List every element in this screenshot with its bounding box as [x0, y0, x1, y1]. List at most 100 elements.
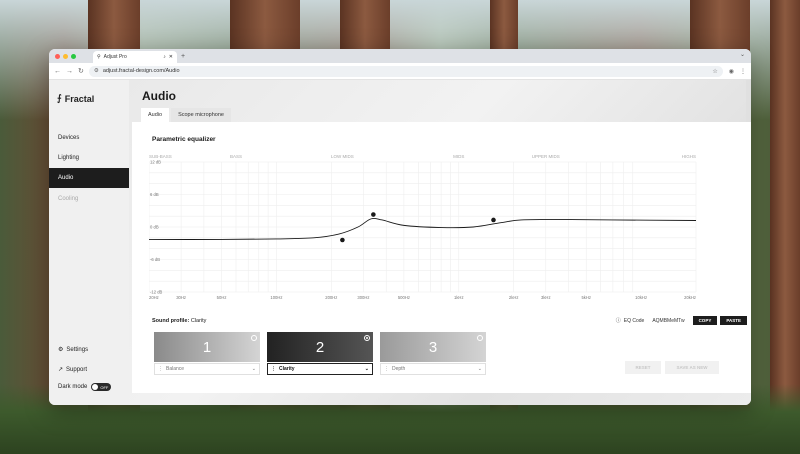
equalizer-title: Parametric equalizer [152, 136, 216, 143]
page-title: Audio [142, 89, 176, 103]
drag-handle-icon[interactable]: ⋮ [271, 366, 276, 372]
support-link[interactable]: ↗ Support [58, 366, 88, 374]
sidebar-item-label: Lighting [58, 155, 80, 161]
back-icon[interactable]: ← [54, 68, 61, 75]
y-tick-label: 6 dB [150, 192, 159, 197]
preset-number: 3 [428, 338, 438, 356]
preset-name-select-2[interactable]: ⋮ Clarity ⌄ [267, 363, 373, 375]
sidebar-item-label: Audio [58, 175, 74, 181]
eq-control-point[interactable] [371, 212, 376, 217]
preset-name-select-1[interactable]: ⋮ Balance ⌄ [154, 363, 260, 375]
x-tick-label: 1kHz [454, 295, 464, 300]
save-as-new-button[interactable]: SAVE AS NEW [665, 361, 719, 374]
paste-button[interactable]: PASTE [720, 316, 747, 325]
dark-mode-row: Dark mode OFF [58, 383, 112, 391]
eq-code-row: ⓘ EQ Code AQMBMeMTw COPY PASTE [616, 316, 747, 325]
preset-radio[interactable] [477, 335, 483, 341]
eq-control-point[interactable] [491, 217, 496, 223]
preset-name-select-3[interactable]: ⋮ Depth ⌄ [380, 363, 486, 375]
support-label: Support [66, 366, 88, 373]
close-tab-icon[interactable]: ✕ [169, 54, 173, 60]
band-label: MIDS [453, 154, 464, 159]
browser-tabbar: ⚲ Adjust Pro ♪ ✕ + ⌄ [49, 49, 751, 63]
address-bar: ← → ↻ ⚙ adjust.fractal-design.com/Audio … [49, 63, 751, 80]
browser-menu-icon[interactable]: ⋮ [740, 68, 746, 75]
reset-button[interactable]: RESET [625, 361, 661, 374]
band-label: HIGHS [682, 154, 696, 159]
preset-name: Depth [392, 366, 406, 372]
tab-audio[interactable]: Audio [141, 108, 170, 122]
x-tick-label: 10kHz [635, 295, 647, 300]
band-label: SUB-BASS [149, 154, 172, 159]
maximize-window-icon[interactable] [71, 53, 76, 59]
x-tick-label: 300Hz [357, 295, 369, 300]
url-field[interactable]: ⚙ adjust.fractal-design.com/Audio ☆ [88, 65, 723, 77]
band-label: BASS [230, 154, 242, 159]
gear-icon: ⚙ [58, 347, 64, 353]
chevron-down-icon: ⌄ [251, 366, 256, 372]
eq-code-label: EQ Code [623, 317, 645, 324]
info-icon[interactable]: ⓘ [616, 317, 621, 324]
settings-link[interactable]: ⚙ Settings [58, 346, 89, 354]
browser-tab-title: Adjust Pro [103, 54, 127, 60]
eq-code-value: AQMBMeMTw [652, 317, 685, 324]
sidebar-item-label: Devices [58, 135, 80, 141]
preset-card-3[interactable]: 3 [380, 332, 486, 362]
equalizer-panel: Parametric equalizer SUB-BASS BASS LOW MID… [132, 122, 751, 393]
preset-name: Balance [166, 366, 185, 372]
sidebar-item-label: Cooling [58, 196, 79, 202]
sound-profile-label: Sound profile: Clarity [152, 318, 206, 324]
x-tick-label: 30Hz [176, 295, 186, 300]
drag-handle-icon[interactable]: ⋮ [158, 366, 163, 372]
x-tick-label: 2kHz [509, 295, 519, 300]
preset-card-1[interactable]: 1 [154, 332, 260, 362]
minimize-window-icon[interactable] [63, 53, 68, 59]
dark-mode-toggle[interactable]: OFF [91, 383, 112, 391]
sidebar: ⨍ Fractal Devices Lighting Audio Cooling… [49, 80, 129, 405]
forward-icon[interactable]: → [66, 68, 73, 75]
sound-profile-caption: Sound profile: [152, 318, 190, 324]
brand-name: Fractal [64, 93, 95, 104]
external-link-icon: ↗ [58, 367, 64, 373]
settings-label: Settings [66, 346, 89, 353]
y-tick-label: 12 dB [150, 160, 161, 165]
sidebar-item-audio[interactable]: Audio [49, 168, 129, 188]
x-tick-label: 3kHz [541, 295, 551, 300]
x-tick-label: 20Hz [149, 295, 159, 300]
browser-tab[interactable]: ⚲ Adjust Pro ♪ ✕ [93, 51, 177, 63]
drag-handle-icon[interactable]: ⋮ [384, 366, 389, 372]
site-info-icon[interactable]: ⚙ [94, 68, 99, 74]
browser-window: ⚲ Adjust Pro ♪ ✕ + ⌄ ← → ↻ ⚙ adjust.frac… [49, 49, 751, 405]
chevron-down-icon: ⌄ [477, 366, 482, 372]
dark-mode-label: Dark mode [58, 384, 88, 390]
band-label: LOW MIDS [331, 154, 354, 159]
sidebar-item-devices[interactable]: Devices [49, 128, 129, 148]
copy-button[interactable]: COPY [692, 316, 718, 325]
preset-card-2[interactable]: 2 [267, 332, 373, 362]
new-tab-button[interactable]: + [181, 53, 185, 60]
reload-icon[interactable]: ↻ [78, 67, 84, 75]
sidebar-item-cooling: Cooling [49, 189, 129, 209]
toggle-knob [92, 384, 99, 390]
x-tick-label: 20kHz [684, 295, 696, 300]
eq-control-point[interactable] [340, 237, 345, 243]
speaker-icon[interactable]: ♪ [163, 54, 166, 60]
x-tick-label: 200Hz [325, 295, 337, 300]
sidebar-item-lighting[interactable]: Lighting [49, 148, 129, 168]
fractal-logo-icon: ⨍ [57, 93, 62, 103]
tab-scope-microphone[interactable]: Scope microphone [171, 108, 231, 122]
preset-radio[interactable] [364, 335, 370, 341]
x-tick-label: 50Hz [217, 295, 227, 300]
toggle-state: OFF [100, 384, 109, 390]
tab-menu-icon[interactable]: ⌄ [740, 51, 745, 58]
bookmark-star-icon[interactable]: ☆ [712, 68, 717, 75]
preset-name: Clarity [279, 366, 295, 372]
profile-icon[interactable]: ◉ [729, 68, 734, 75]
preset-radio[interactable] [251, 335, 257, 341]
equalizer-chart[interactable]: SUB-BASS BASS LOW MIDS MIDS UPPER MIDS HIGHS 1… [149, 152, 721, 302]
chevron-down-icon: ⌄ [364, 366, 369, 372]
eq-curve [149, 217, 697, 240]
y-tick-label: -6 dB [150, 257, 160, 262]
close-window-icon[interactable] [55, 53, 60, 59]
url-text: adjust.fractal-design.com/Audio [102, 68, 180, 74]
